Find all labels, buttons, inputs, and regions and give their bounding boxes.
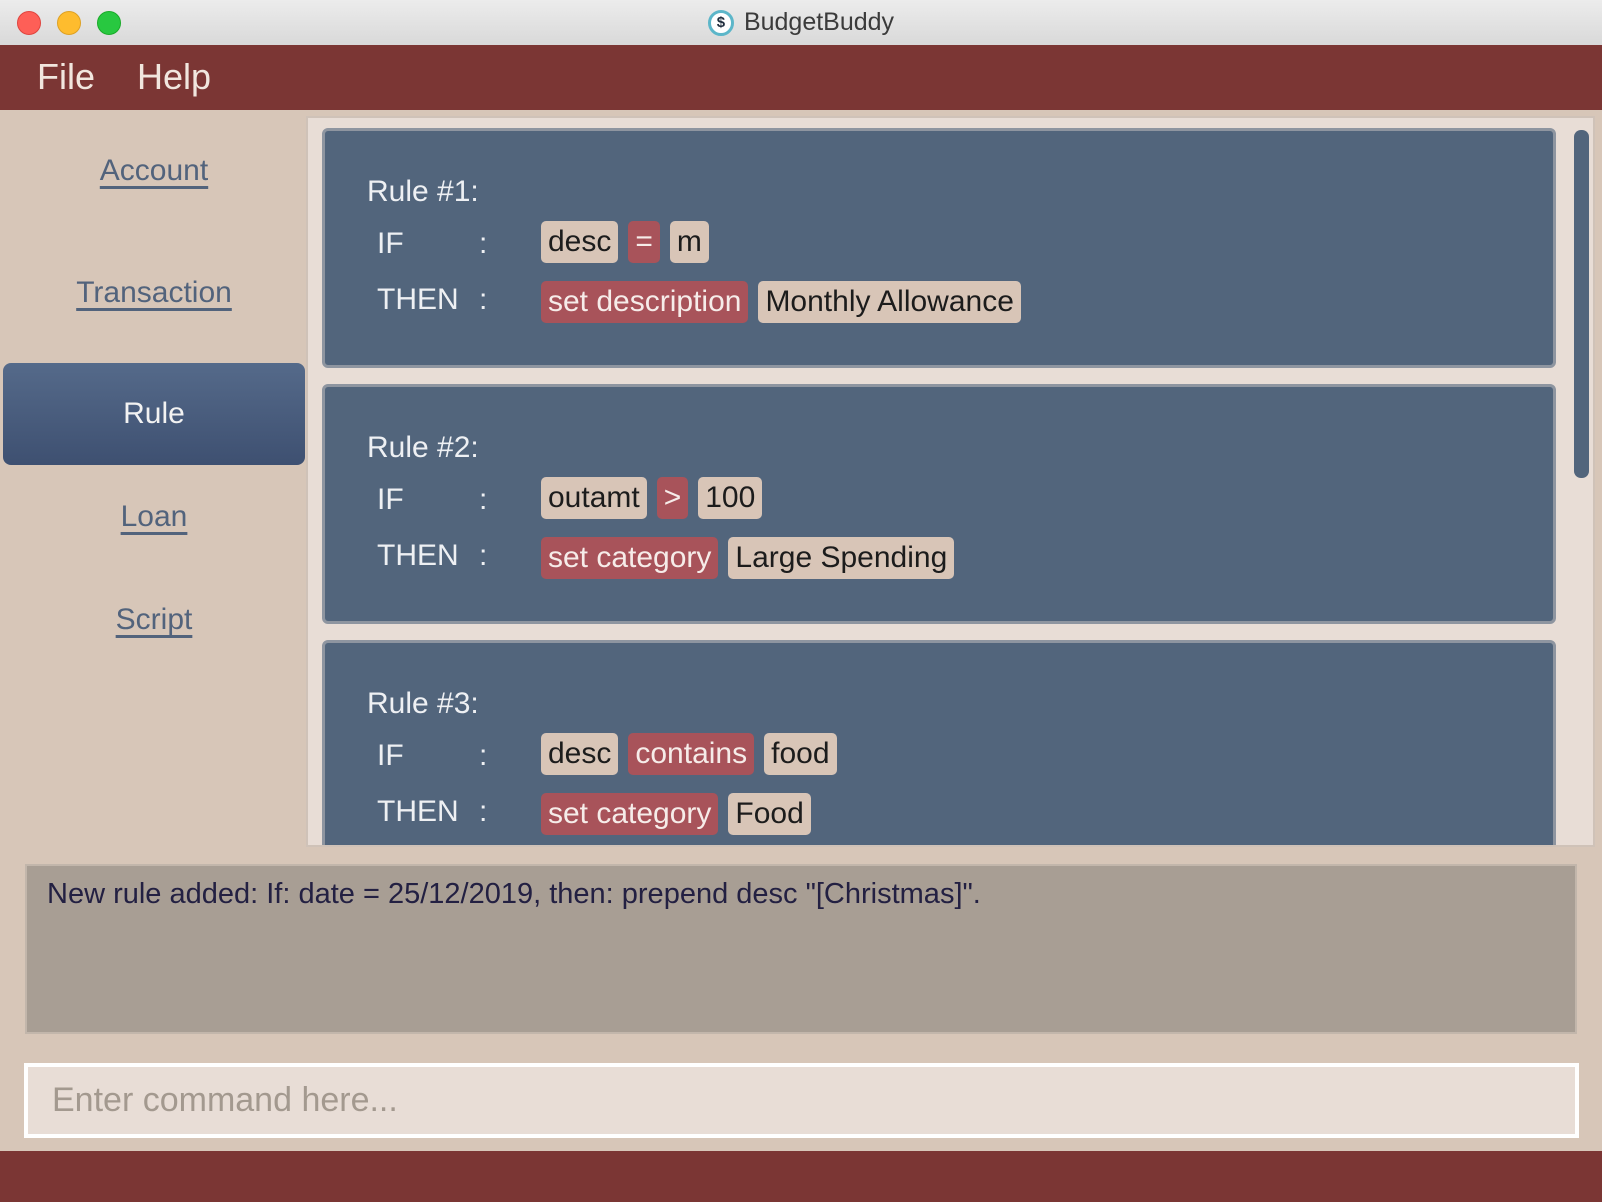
then-separator: :	[479, 539, 488, 572]
action-chip: set category	[541, 537, 719, 579]
app-window: $ BudgetBuddy File Help Account Transact…	[0, 0, 1602, 1202]
condition-operator-chip: =	[628, 221, 660, 263]
sidebar-item-rule[interactable]: Rule	[3, 363, 305, 465]
rule-then-row: THEN:	[377, 795, 487, 829]
condition-field-chip: desc	[541, 733, 619, 775]
rule-if-chips: desc contains food	[541, 733, 837, 775]
window-title: BudgetBuddy	[743, 8, 895, 36]
rules-scrollbar[interactable]	[1569, 122, 1591, 842]
condition-operator-chip: >	[656, 477, 689, 519]
rules-list-panel[interactable]: Rule #1: IF: desc = m THEN: set descript…	[306, 116, 1595, 847]
rule-title: Rule #1:	[367, 175, 479, 208]
rule-title: Rule #2:	[367, 431, 479, 464]
status-bar	[0, 1151, 1602, 1202]
condition-value-chip: 100	[698, 477, 763, 519]
result-display: New rule added: If: date = 25/12/2019, t…	[25, 864, 1577, 1034]
action-value-chip: Monthly Allowance	[758, 281, 1021, 323]
command-input[interactable]	[24, 1063, 1579, 1138]
then-separator: :	[479, 283, 488, 316]
rule-then-chips: set category Large Spending	[541, 537, 955, 579]
rule-if-row: IF:	[377, 483, 487, 517]
action-value-chip: Food	[728, 793, 811, 835]
menu-help[interactable]: Help	[137, 55, 211, 98]
rule-if-row: IF:	[377, 739, 487, 773]
condition-field-chip: desc	[541, 221, 619, 263]
then-label: THEN	[377, 283, 459, 316]
title-wrap: $ BudgetBuddy	[0, 0, 1602, 45]
sidebar-item-transaction[interactable]: Transaction	[3, 276, 305, 310]
if-separator: :	[479, 227, 488, 260]
rule-card[interactable]: Rule #1: IF: desc = m THEN: set descript…	[322, 128, 1556, 368]
menu-file[interactable]: File	[37, 55, 95, 98]
if-separator: :	[479, 739, 488, 772]
menu-bar: File Help	[0, 45, 1602, 110]
scrollbar-thumb[interactable]	[1574, 130, 1589, 478]
rule-if-row: IF:	[377, 227, 487, 261]
rule-then-chips: set description Monthly Allowance	[541, 281, 1021, 323]
condition-value-chip: food	[764, 733, 837, 775]
action-chip: set description	[541, 281, 749, 323]
condition-field-chip: outamt	[541, 477, 647, 519]
if-label: IF	[377, 227, 404, 260]
rule-card[interactable]: Rule #2: IF: outamt > 100 THEN: set cate…	[322, 384, 1556, 624]
rule-card[interactable]: Rule #3: IF: desc contains food THEN: se…	[322, 640, 1556, 845]
dollar-icon: $	[707, 9, 734, 36]
if-label: IF	[377, 739, 404, 772]
then-label: THEN	[377, 795, 459, 828]
rule-if-chips: outamt > 100	[541, 477, 763, 519]
rule-if-chips: desc = m	[541, 221, 709, 263]
result-message: New rule added: If: date = 25/12/2019, t…	[47, 878, 981, 910]
rule-then-chips: set category Food	[541, 793, 811, 835]
sidebar-item-loan[interactable]: Loan	[3, 500, 305, 534]
title-bar: $ BudgetBuddy	[0, 0, 1602, 46]
sidebar-item-account[interactable]: Account	[3, 154, 305, 188]
rule-then-row: THEN:	[377, 283, 487, 317]
condition-value-chip: m	[669, 221, 709, 263]
sidebar-item-script[interactable]: Script	[3, 603, 305, 637]
action-value-chip: Large Spending	[728, 537, 955, 579]
if-separator: :	[479, 483, 488, 516]
condition-operator-chip: contains	[628, 733, 755, 775]
if-label: IF	[377, 483, 404, 516]
action-chip: set category	[541, 793, 719, 835]
sidebar: Account Transaction Rule Loan Script	[0, 110, 305, 850]
then-label: THEN	[377, 539, 459, 572]
rule-then-row: THEN:	[377, 539, 487, 573]
then-separator: :	[479, 795, 488, 828]
rule-title: Rule #3:	[367, 687, 479, 720]
